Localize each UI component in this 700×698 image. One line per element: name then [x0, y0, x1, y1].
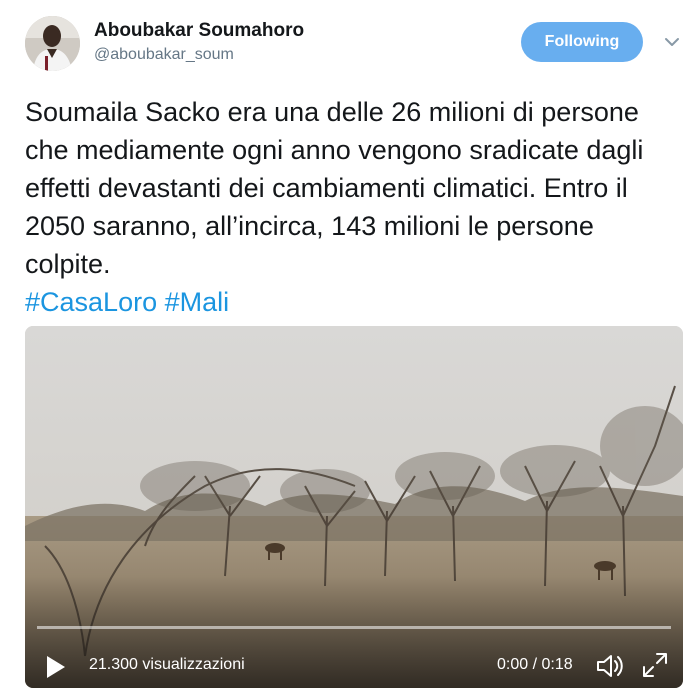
- hashtag-casaloro[interactable]: #CasaLoro: [25, 287, 157, 317]
- display-name[interactable]: Aboubakar Soumahoro: [94, 20, 304, 42]
- following-button[interactable]: Following: [521, 22, 643, 62]
- avatar[interactable]: [25, 16, 80, 71]
- chevron-down-icon[interactable]: [664, 34, 680, 50]
- user-handle[interactable]: @aboubakar_soum: [94, 46, 234, 64]
- video-controls: 21.300 visualizzazioni 0:00 / 0:18: [25, 626, 683, 688]
- volume-icon[interactable]: [595, 652, 625, 680]
- hashtag-mali[interactable]: #Mali: [165, 287, 230, 317]
- play-icon[interactable]: [45, 654, 67, 680]
- view-count: 21.300 visualizzazioni: [89, 656, 245, 673]
- tweet-text: Soumaila Sacko era una delle 26 milioni …: [25, 93, 685, 321]
- video-time: 0:00 / 0:18: [497, 656, 573, 673]
- video-player[interactable]: 21.300 visualizzazioni 0:00 / 0:18: [25, 326, 683, 688]
- video-progress-bar[interactable]: [37, 626, 671, 629]
- tweet-body: Soumaila Sacko era una delle 26 milioni …: [25, 97, 644, 279]
- fullscreen-icon[interactable]: [641, 651, 669, 679]
